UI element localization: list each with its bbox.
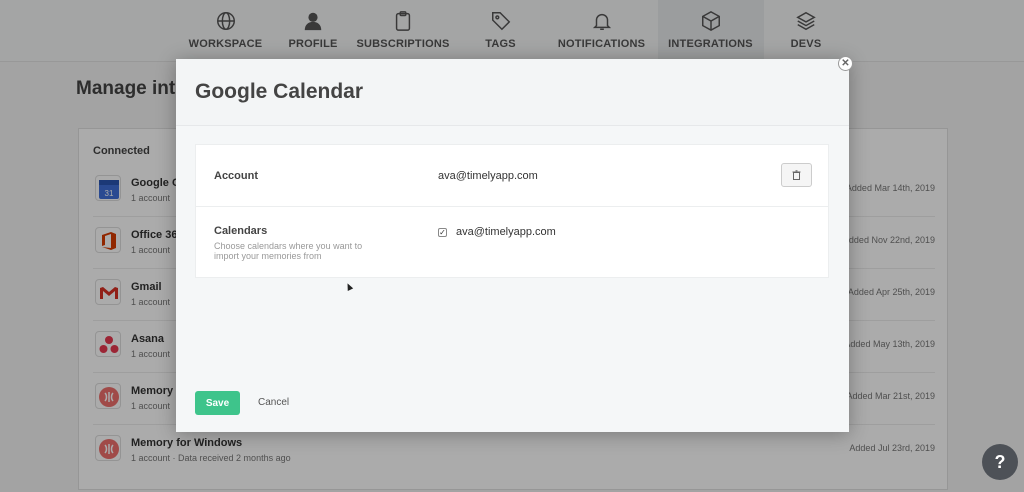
settings-panel: Account ava@timelyapp.com Calendars Choo…: [195, 144, 829, 278]
help-button[interactable]: ?: [982, 444, 1018, 480]
calendars-label: Calendars: [214, 225, 268, 237]
account-row: Account ava@timelyapp.com: [196, 145, 828, 207]
calendars-help: Choose calendars where you want to impor…: [214, 241, 363, 261]
close-icon[interactable]: ✕: [838, 56, 853, 71]
calendar-option-label: ava@timelyapp.com: [456, 226, 556, 238]
calendars-row: Calendars Choose calendars where you wan…: [196, 207, 828, 279]
delete-account-button[interactable]: [781, 163, 812, 187]
trash-icon: [792, 170, 801, 180]
modal-title: Google Calendar: [195, 80, 364, 103]
account-value: ava@timelyapp.com: [438, 170, 538, 182]
modal-header: Google Calendar: [176, 59, 849, 126]
calendar-checkbox[interactable]: ✓: [438, 228, 447, 237]
account-label: Account: [214, 170, 258, 182]
integration-modal: Google Calendar Account ava@timelyapp.co…: [176, 59, 849, 432]
cancel-button[interactable]: Cancel: [258, 397, 289, 408]
save-button[interactable]: Save: [195, 391, 240, 415]
